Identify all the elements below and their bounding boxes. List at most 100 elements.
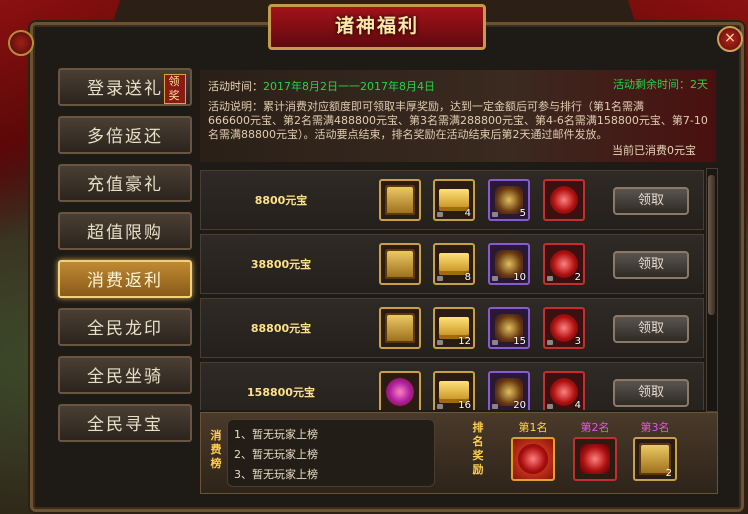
nav-consume-rebate[interactable]: 消费返利 [58,260,192,298]
claim-badge: 领奖 [164,74,186,104]
ranking-title: 消费榜 [210,429,222,470]
lock-icon [437,404,443,409]
desc-line-3: 名需满88800元宝）。活动要点结束，排名奖励在活动结束后第2天通过邮件发放。 [208,128,608,141]
claim-button[interactable]: 领取 [613,251,689,279]
chest-icon [385,185,415,215]
nav-label: 登录送礼 [87,79,163,99]
lock-icon [437,276,443,281]
feather-item[interactable]: 2 [543,243,585,285]
nav-mount[interactable]: 全民坐骑 [58,356,192,394]
place-1-prize[interactable] [511,437,555,481]
place-3-label: 第3名 [640,421,670,434]
nav-label: 全民寻宝 [87,415,163,435]
time-label: 活动时间： [208,80,263,93]
item-count: 12 [458,336,471,347]
nav-label: 充值豪礼 [87,175,163,195]
place-2-label: 第2名 [580,421,610,434]
nav-limited-purchase[interactable]: 超值限购 [58,212,192,250]
gold-item[interactable]: 4 [433,179,475,221]
reward-row: 88800元宝 12 15 3 领取 [200,298,704,358]
desc-line-1: 活动说明：累计消费对应额度即可领取丰厚奖励，达到一定金额后可参与排行（第1名需满 [208,100,644,113]
reward-scrollbar[interactable] [706,168,718,412]
claim-button[interactable]: 领取 [613,187,689,215]
rank-line: 2、暂无玩家上榜 [234,448,318,461]
reward-threshold: 88800元宝 [250,322,312,335]
scroll-item[interactable]: 20 [488,371,530,410]
remaining-time: 活动剩余时间：2天 [613,76,708,92]
place-2-prize[interactable] [573,437,617,481]
scroll-item[interactable]: 15 [488,307,530,349]
nav-treasure-hunt[interactable]: 全民寻宝 [58,404,192,442]
feather-item[interactable]: 4 [543,371,585,410]
corner-ornament [8,30,34,56]
lock-icon [437,212,443,217]
gold-item[interactable]: 16 [433,371,475,410]
item-count: 5 [519,208,526,219]
nav-multi-return[interactable]: 多倍返还 [58,116,192,154]
ring-item[interactable] [379,371,421,410]
place-3-prize[interactable]: 2 [633,437,677,481]
rank-line: 3、暂无玩家上榜 [234,468,318,481]
scroll-item[interactable]: 5 [488,179,530,221]
nav-label: 消费返利 [87,271,163,291]
item-count: 4 [464,208,471,219]
sidebar: 登录送礼 领奖 多倍返还 充值豪礼 超值限购 消费返利 全民龙印 全民坐骑 全民… [46,62,196,494]
lock-icon [547,276,553,281]
item-count: 15 [513,336,526,347]
reward-threshold: 158800元宝 [247,386,315,399]
nav-label: 全民坐骑 [87,367,163,387]
nav-label: 超值限购 [87,223,163,243]
nav-login-gift[interactable]: 登录送礼 领奖 [58,68,192,106]
reward-row: 8800元宝 4 5 领取 [200,170,704,230]
scroll-thumb[interactable] [708,175,715,315]
activity-time: 活动时间：2017年8月2日一一2017年8月4日 [208,78,435,94]
gift-box-icon [580,444,610,474]
nav-recharge-gift[interactable]: 充值豪礼 [58,164,192,202]
item-count: 20 [513,400,526,410]
time-value: 2017年8月2日一一2017年8月4日 [263,80,435,93]
feather-item[interactable]: 3 [543,307,585,349]
item-count: 4 [574,400,581,410]
rank-prizes: 第1名 第2名 第3名 2 [465,415,715,491]
desc-line-2: 666600元宝、第2名需满488800元宝、第3名需满288800元宝、第4-… [208,114,708,127]
lock-icon [547,340,553,345]
remain-value: 2天 [690,78,708,91]
item-count: 2 [665,468,672,479]
ring-icon [386,378,414,406]
nav-dragon-seal[interactable]: 全民龙印 [58,308,192,346]
rank-line: 1、暂无玩家上榜 [234,428,318,441]
chest-item[interactable] [379,179,421,221]
reward-row: 158800元宝 16 20 4 领取 [200,362,704,410]
ranking-list: 1、暂无玩家上榜 2、暂无玩家上榜 3、暂无玩家上榜 [227,419,435,487]
claim-button[interactable]: 领取 [613,379,689,407]
lock-icon [437,340,443,345]
lock-icon [492,276,498,281]
item-count: 10 [513,272,526,283]
feather-item[interactable] [543,179,585,221]
consumed-amount: 当前已消费0元宝 [612,144,696,157]
item-count: 16 [458,400,471,410]
activity-info-panel: 活动时间：2017年8月2日一一2017年8月4日 活动剩余时间：2天 活动说明… [200,70,716,162]
remain-label: 活动剩余时间： [613,78,690,91]
red-feather-icon [550,186,578,214]
claim-button[interactable]: 领取 [613,315,689,343]
reward-threshold: 38800元宝 [250,258,312,271]
place-1-label: 第1名 [518,421,548,434]
nav-label: 全民龙印 [87,319,163,339]
nav-label: 多倍返还 [87,127,163,147]
gold-item[interactable]: 12 [433,307,475,349]
scroll-item[interactable]: 10 [488,243,530,285]
chest-icon [385,249,415,279]
window-title: 诸神福利 [268,4,486,50]
chest-item[interactable] [379,307,421,349]
reward-row: 38800元宝 8 10 2 领取 [200,234,704,294]
activity-description: 活动说明：累计消费对应额度即可领取丰厚奖励，达到一定金额后可参与排行（第1名需满… [208,100,708,142]
chest-item[interactable] [379,243,421,285]
item-count: 3 [574,336,581,347]
gold-item[interactable]: 8 [433,243,475,285]
item-count: 2 [574,272,581,283]
item-count: 8 [464,272,471,283]
reward-list[interactable]: 8800元宝 4 5 领取 38800元宝 8 10 2 领取 88800元宝 … [200,168,704,410]
close-button[interactable]: × [717,26,743,52]
lock-icon [492,404,498,409]
